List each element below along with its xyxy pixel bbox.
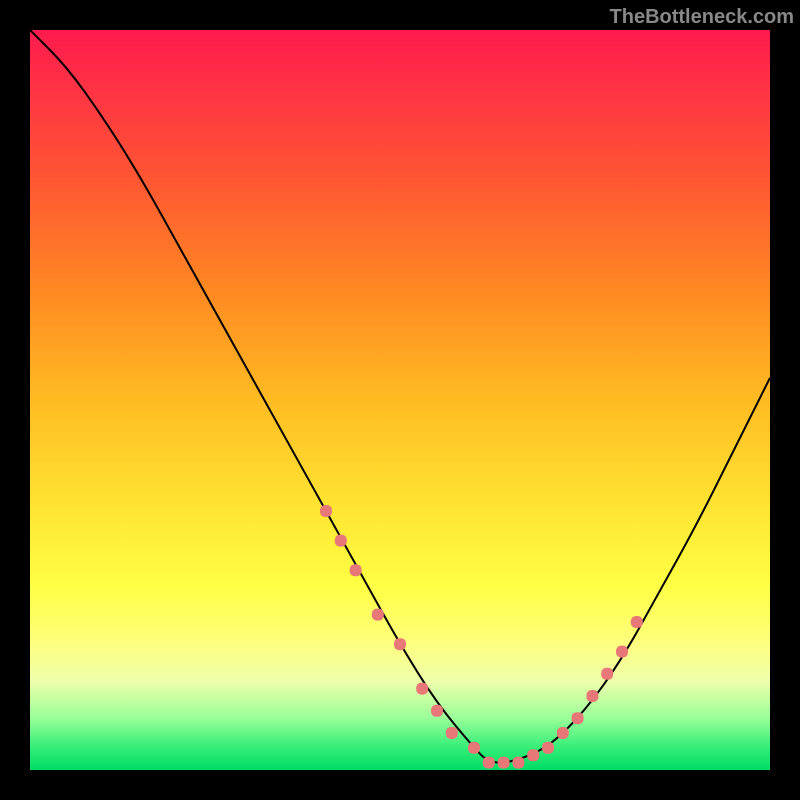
marker-point: [335, 535, 347, 547]
marker-point: [320, 505, 332, 517]
marker-point: [498, 757, 510, 769]
marker-point: [527, 749, 539, 761]
marker-point: [631, 616, 643, 628]
marker-point: [557, 727, 569, 739]
highlighted-markers: [320, 505, 643, 769]
marker-point: [616, 646, 628, 658]
marker-point: [586, 690, 598, 702]
plot-area: [30, 30, 770, 770]
marker-point: [601, 668, 613, 680]
marker-point: [446, 727, 458, 739]
chart-container: TheBottleneck.com: [0, 0, 800, 800]
marker-point: [431, 705, 443, 717]
marker-point: [572, 712, 584, 724]
marker-point: [416, 683, 428, 695]
chart-svg: [30, 30, 770, 770]
marker-point: [372, 609, 384, 621]
marker-point: [512, 757, 524, 769]
marker-point: [394, 638, 406, 650]
marker-point: [483, 757, 495, 769]
marker-point: [542, 742, 554, 754]
watermark-text: TheBottleneck.com: [610, 6, 794, 29]
marker-point: [350, 564, 362, 576]
marker-point: [468, 742, 480, 754]
bottleneck-curve-line: [30, 30, 770, 763]
